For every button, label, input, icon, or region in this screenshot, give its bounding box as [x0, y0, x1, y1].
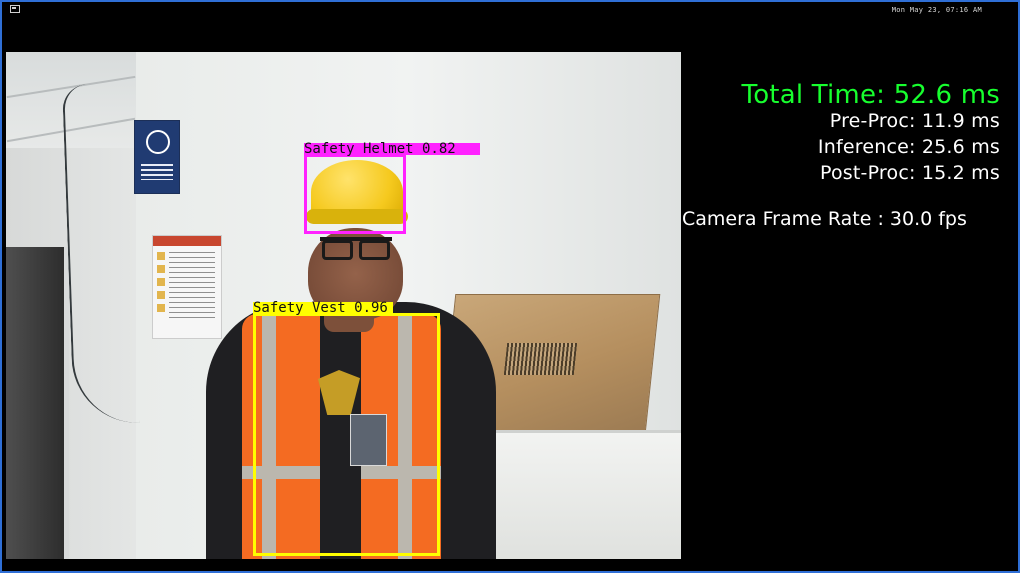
- poster-icons: [157, 252, 165, 316]
- helmet-bounding-box: [304, 154, 406, 234]
- window-menu-icon[interactable]: [10, 5, 20, 13]
- glasses: [320, 237, 392, 260]
- vest-bounding-box: [253, 313, 440, 556]
- poster-text-lines: [169, 252, 215, 320]
- performance-stats: Total Time: 52.6 ms Pre-Proc: 11.9 ms In…: [682, 80, 1012, 240]
- detection-window: Mon May 23, 07:16 AM Safety Helmet 0.82 …: [0, 0, 1020, 573]
- cctv-sign: [134, 120, 180, 194]
- safety-poster: [152, 235, 222, 339]
- camera-feed: Safety Helmet 0.82 Safety Vest 0.96: [6, 52, 681, 559]
- doorway: [6, 247, 69, 559]
- hanging-cable: [62, 82, 140, 426]
- system-clock: Mon May 23, 07:16 AM: [891, 6, 982, 14]
- vest-detection-label: Safety Vest 0.96: [253, 301, 393, 315]
- cabinet: [481, 430, 681, 559]
- post-proc-stat: Post-Proc: 15.2 ms: [820, 162, 1000, 184]
- helmet-detection-label: Safety Helmet 0.82: [304, 142, 480, 156]
- total-time-stat: Total Time: 52.6 ms: [741, 80, 1000, 110]
- poster-header: [153, 236, 221, 246]
- inference-stat: Inference: 25.6 ms: [817, 136, 1000, 158]
- pre-proc-stat: Pre-Proc: 11.9 ms: [829, 110, 1000, 132]
- camera-frame-rate: Camera Frame Rate : 30.0 fps: [682, 208, 967, 230]
- top-bar: Mon May 23, 07:16 AM: [2, 2, 1018, 20]
